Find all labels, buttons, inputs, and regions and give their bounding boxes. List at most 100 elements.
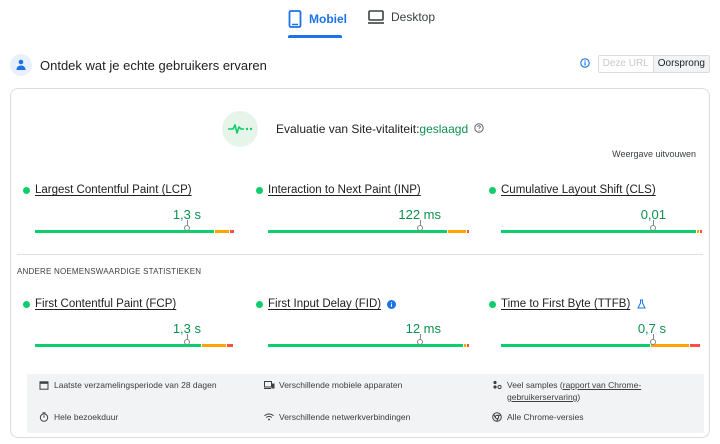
samples-info: Veel samples (rapport van Chrome-gebruik… — [492, 379, 697, 403]
device-info-text: Verschillende mobiele apparaten — [279, 380, 403, 390]
metric-inp-link[interactable]: Interaction to Next Paint (INP) — [268, 184, 421, 196]
metric-fcp-value: 1,3 s — [172, 321, 201, 336]
samples-icon — [492, 380, 502, 390]
p75-marker — [650, 334, 656, 345]
poor-segment — [230, 230, 234, 233]
calendar-icon — [39, 380, 49, 390]
poor-segment — [467, 344, 469, 347]
metric-ttfb-distribution — [501, 344, 703, 347]
metric-lcp-link[interactable]: Largest Contentful Paint (LCP) — [35, 184, 192, 196]
metric-ttfb-value: 0,7 s — [637, 321, 666, 336]
assessment-result: geslaagd — [419, 122, 469, 136]
poor-segment — [700, 230, 702, 233]
metric-ttfb-link[interactable]: Time to First Byte (TTFB) — [501, 298, 630, 310]
chrome-icon — [492, 412, 502, 422]
metric-cls-value: 0,01 — [640, 207, 666, 222]
crux-title: Ontdek wat je echte gebruikers ervaren — [40, 57, 267, 73]
p75-marker — [417, 334, 423, 345]
p75-marker — [184, 334, 190, 345]
poor-segment — [690, 344, 700, 347]
other-metrics-heading: ANDERE NOEMENSWAARDIGE STATISTIEKEN — [17, 267, 202, 276]
pulse-icon — [222, 111, 258, 147]
expand-view-button[interactable]: Weergave uitvouwen — [612, 149, 696, 159]
phone-icon — [288, 10, 302, 28]
metric-fid-distribution — [268, 344, 471, 347]
metric-fcp: First Contentful Paint (FCP) — [23, 296, 237, 312]
needs-improvement-segment — [697, 230, 700, 233]
crux-header: Ontdek wat je echte gebruikers ervaren D… — [10, 52, 710, 78]
good-segment — [35, 344, 201, 347]
chrome-versions-text: Alle Chrome-versies — [507, 412, 584, 422]
active-tab-indicator — [288, 35, 342, 38]
network-info: Verschillende netwerkverbindingen — [264, 411, 410, 423]
metric-fid-link[interactable]: First Input Delay (FID) — [268, 298, 381, 310]
monitor-icon — [368, 10, 384, 24]
chrome-versions: Alle Chrome-versies — [492, 411, 584, 423]
scope-origin-button[interactable]: Oorsprong — [653, 56, 709, 72]
help-icon[interactable] — [474, 120, 484, 138]
metric-fcp-distribution — [35, 344, 238, 347]
metric-ttfb: Time to First Byte (TTFB) — [489, 296, 703, 312]
tab-mobile[interactable]: Mobiel — [288, 10, 347, 28]
needs-improvement-segment — [202, 344, 226, 347]
needs-improvement-segment — [651, 344, 689, 347]
needs-improvement-segment — [215, 230, 229, 233]
metric-lcp: Largest Contentful Paint (LCP) — [23, 182, 237, 198]
collection-period: Laatste verzamelingsperiode van 28 dagen — [39, 379, 217, 391]
device-tabs: Mobiel Desktop — [0, 0, 720, 40]
status-dot — [256, 300, 263, 308]
scope-toggle: Deze URL Oorsprong — [597, 55, 710, 73]
network-info-text: Verschillende netwerkverbindingen — [279, 412, 411, 422]
p75-marker — [184, 220, 190, 231]
needs-improvement-segment — [448, 230, 466, 233]
metric-inp-value: 122 ms — [398, 207, 441, 222]
p75-marker — [417, 220, 423, 231]
assessment-text: Evaluatie van Site-vitaliteit:geslaagd — [276, 122, 468, 136]
metric-inp-distribution — [268, 230, 471, 233]
field-data-card: Evaluatie van Site-vitaliteit:geslaagd W… — [10, 88, 710, 438]
status-dot — [23, 300, 30, 308]
timer-icon — [39, 412, 49, 422]
assessment-label: Evaluatie van Site-vitaliteit: — [276, 122, 420, 136]
metric-cls-link[interactable]: Cumulative Layout Shift (CLS) — [501, 184, 656, 196]
device-info: Verschillende mobiele apparaten — [264, 379, 402, 391]
samples-suffix: ) — [577, 392, 581, 402]
poor-segment — [227, 344, 233, 347]
scope-url-button[interactable]: Deze URL — [599, 56, 654, 72]
tab-mobile-label: Mobiel — [309, 12, 347, 26]
status-dot — [256, 186, 263, 194]
core-web-vitals-assessment: Evaluatie van Site-vitaliteit:geslaagd — [222, 111, 484, 147]
collection-period-text: Laatste verzamelingsperiode van 28 dagen — [54, 380, 217, 390]
metric-inp: Interaction to Next Paint (INP) — [256, 182, 470, 198]
devices-icon — [264, 380, 275, 390]
visit-duration-text: Hele bezoekduur — [54, 412, 119, 422]
metric-cls-distribution — [501, 230, 703, 233]
good-segment — [501, 344, 650, 347]
deprecated-info-icon[interactable] — [387, 299, 397, 309]
p75-marker — [650, 220, 656, 231]
metric-fcp-link[interactable]: First Contentful Paint (FCP) — [35, 298, 176, 310]
info-icon[interactable] — [579, 55, 590, 73]
tab-desktop-label: Desktop — [391, 10, 436, 24]
status-dot — [489, 300, 496, 308]
data-source-info: Laatste verzamelingsperiode van 28 dagen… — [27, 374, 704, 433]
status-dot — [489, 186, 496, 194]
status-dot — [23, 186, 30, 194]
section-divider — [17, 254, 703, 255]
needs-improvement-segment — [464, 344, 466, 347]
tab-desktop[interactable]: Desktop — [368, 10, 435, 24]
metric-lcp-distribution — [35, 230, 238, 233]
metric-fid: First Input Delay (FID) — [256, 296, 470, 312]
good-segment — [268, 344, 463, 347]
metric-cls: Cumulative Layout Shift (CLS) — [489, 182, 703, 198]
good-segment — [501, 230, 697, 233]
users-icon — [10, 54, 32, 76]
metric-lcp-value: 1,3 s — [172, 207, 201, 222]
wifi-icon — [264, 412, 274, 422]
experimental-flask-icon[interactable] — [637, 299, 647, 309]
poor-segment — [467, 230, 469, 233]
scope-switcher: Deze URL Oorsprong — [579, 55, 710, 73]
visit-duration: Hele bezoekduur — [39, 411, 118, 423]
metric-fid-value: 12 ms — [405, 321, 441, 336]
samples-prefix: Veel samples ( — [507, 380, 563, 390]
